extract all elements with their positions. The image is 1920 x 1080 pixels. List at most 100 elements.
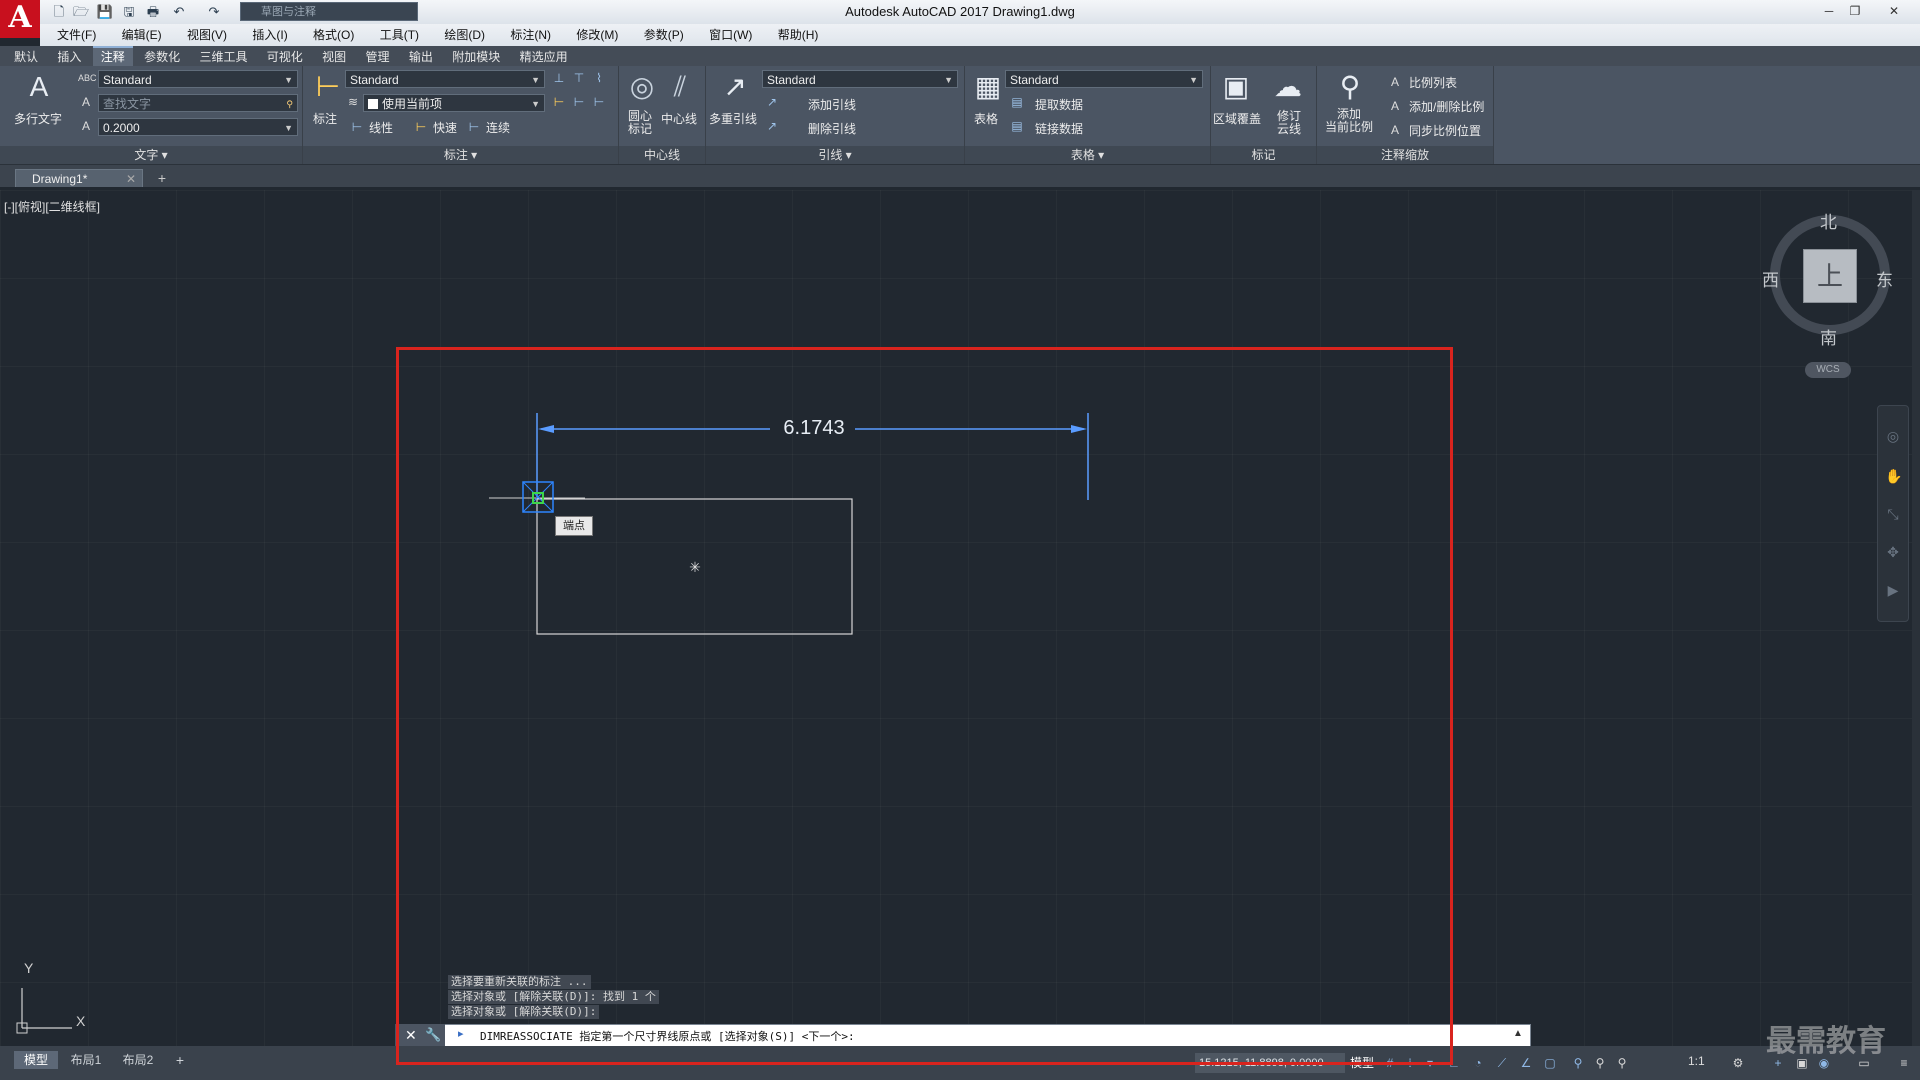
quick-dim-icon[interactable]: ⊢ [413,119,429,135]
tab-3d-tools[interactable]: 三维工具 [191,47,255,67]
object-snap-icon[interactable]: ▢ [1542,1056,1558,1070]
multiline-text-icon[interactable]: A [22,70,56,104]
menu-modify[interactable]: 修改(M) [565,24,629,46]
workspace-gear-icon[interactable]: ⚙ [1730,1056,1746,1070]
menu-edit[interactable]: 编辑(E) [111,24,173,46]
dimension-layer-select[interactable]: 使用当前项 ▼ [363,94,545,112]
tab-visualize[interactable]: 可视化 [259,47,311,67]
sync-scale-icon[interactable]: A [1387,122,1403,138]
data-extraction-icon[interactable]: ▤ [1009,94,1025,110]
center-mark-icon[interactable]: ◎ [625,70,659,104]
save-as-icon[interactable]: 🖫 [120,3,138,21]
menu-window[interactable]: 窗口(W) [698,24,763,46]
annotation-visibility-icon[interactable]: ⚲ [1570,1056,1586,1070]
showmotion-icon[interactable]: ▶ [1885,582,1901,598]
wcs-menu[interactable]: WCS [1805,362,1851,378]
tab-addins[interactable]: 附加模块 [444,47,508,67]
linear-dim-label[interactable]: 线性 [369,119,393,136]
pan-hand-icon[interactable]: ✋ [1885,468,1902,484]
revision-cloud-label[interactable]: 修订 云线 [1277,110,1301,136]
text-style-select[interactable]: Standard ▼ [98,70,298,88]
sync-scale-label[interactable]: 同步比例位置 [1409,122,1481,139]
dimension-icon[interactable]: ⊢ [311,70,345,104]
table-panel-title[interactable]: 表格 ▾ [965,146,1210,164]
centerline-icon[interactable]: ⫽ [663,70,697,104]
table-icon[interactable]: ▦ [971,70,1005,104]
tab-output[interactable]: 输出 [401,47,441,67]
add-leader-icon[interactable]: ↗ [764,94,780,110]
table-label[interactable]: 表格 [974,110,998,127]
add-current-scale-label[interactable]: 添加 当前比例 [1325,108,1373,134]
multiline-text-label[interactable]: 多行文字 [14,110,62,127]
dim-adjust-icon[interactable]: ⊤ [571,70,587,86]
steering-wheel-icon[interactable]: ◎ [1885,428,1901,444]
orbit-icon[interactable]: ✥ [1885,544,1901,560]
find-text-input[interactable]: 查找文字 ⚲ [98,94,298,112]
menu-format[interactable]: 格式(O) [302,24,365,46]
tab-featured-apps[interactable]: 精选应用 [512,47,576,67]
viewcube-top-face[interactable]: 上 [1803,249,1857,303]
dimension-style-select[interactable]: Standard ▼ [345,70,545,88]
undo-icon[interactable]: ↶ [170,3,188,21]
multileader-style-select[interactable]: Standard ▼ [762,70,958,88]
zoom-extents-icon[interactable]: ⤡ [1885,506,1901,522]
continue-dim-label[interactable]: 连续 [486,119,510,136]
command-history-toggle-icon[interactable]: ▲ [1513,1028,1523,1039]
tab-parametric[interactable]: 参数化 [136,47,188,67]
annotation-scale-icon[interactable]: ⚲ [1614,1056,1630,1070]
tab-view[interactable]: 视图 [314,47,354,67]
open-file-icon[interactable]: 🗁 [72,3,90,21]
minimize-button[interactable]: ─ [1818,2,1840,20]
add-leader-label[interactable]: 添加引线 [808,96,856,113]
dim-reassociate-icon[interactable]: ⊢ [591,94,607,110]
workspace-select[interactable]: 草图与注释 [240,2,418,21]
redo-icon[interactable]: ↷ [205,3,223,21]
compass-west[interactable]: 西 [1762,266,1779,291]
tab-default[interactable]: 默认 [6,47,46,67]
compass-north[interactable]: 北 [1820,208,1837,233]
layout-tab-layout1[interactable]: 布局1 [64,1051,108,1069]
menu-dimension[interactable]: 标注(N) [499,24,562,46]
table-style-select[interactable]: Standard ▼ [1005,70,1203,88]
dim-jog-icon[interactable]: ⌇ [591,70,607,86]
isodraft-icon[interactable]: ⟋ [1494,1056,1510,1070]
multileader-icon[interactable]: ↗ [718,70,752,104]
object-snap-tracking-icon[interactable]: ∠ [1518,1056,1534,1070]
text-panel-title[interactable]: 文字 ▾ [0,146,302,164]
quick-dim-label[interactable]: 快速 [433,119,457,136]
new-tab-button[interactable]: + [152,169,172,187]
compass-east[interactable]: 东 [1876,266,1893,291]
remove-leader-icon[interactable]: ↗ [764,118,780,134]
compass-south[interactable]: 南 [1820,324,1837,349]
scale-list-icon[interactable]: A [1387,74,1403,90]
linear-dim-icon[interactable]: ⊢ [349,119,365,135]
centerline-panel-title[interactable]: 中心线 [619,146,705,164]
centerline-label[interactable]: 中心线 [661,110,697,127]
close-tab-icon[interactable]: ✕ [126,170,136,188]
add-delete-scale-label[interactable]: 添加/删除比例 [1409,98,1484,115]
add-layout-button[interactable]: + [170,1051,190,1069]
revision-cloud-icon[interactable]: ☁ [1271,70,1305,104]
menu-view[interactable]: 视图(V) [176,24,238,46]
customization-menu-icon[interactable]: ≡ [1896,1056,1912,1070]
menu-insert[interactable]: 插入(I) [241,24,298,46]
menu-file[interactable]: 文件(F) [46,24,107,46]
add-current-scale-icon[interactable]: ⚲ [1333,70,1367,104]
layout-tab-model[interactable]: 模型 [14,1051,58,1069]
application-menu-button[interactable]: A [0,0,40,38]
save-icon[interactable]: 💾 [96,3,114,21]
close-button[interactable]: ✕ [1872,2,1916,20]
add-delete-scale-icon[interactable]: A [1387,98,1403,114]
multileader-label[interactable]: 多重引线 [709,110,757,127]
menu-tools[interactable]: 工具(T) [369,24,430,46]
data-link-icon[interactable]: ▤ [1009,118,1025,134]
tab-annotate[interactable]: 注释 [92,46,133,66]
restore-button[interactable]: ❐ [1844,2,1866,20]
dim-break-icon[interactable]: ⊥ [551,70,567,86]
markup-panel-title[interactable]: 标记 [1211,146,1316,164]
center-mark-label[interactable]: 圆心 标记 [628,110,652,136]
extract-data-label[interactable]: 提取数据 [1035,96,1083,113]
polar-tracking-icon[interactable]: ◔ [1470,1056,1486,1070]
dim-inspect-icon[interactable]: ⊢ [551,94,567,110]
link-data-label[interactable]: 链接数据 [1035,120,1083,137]
